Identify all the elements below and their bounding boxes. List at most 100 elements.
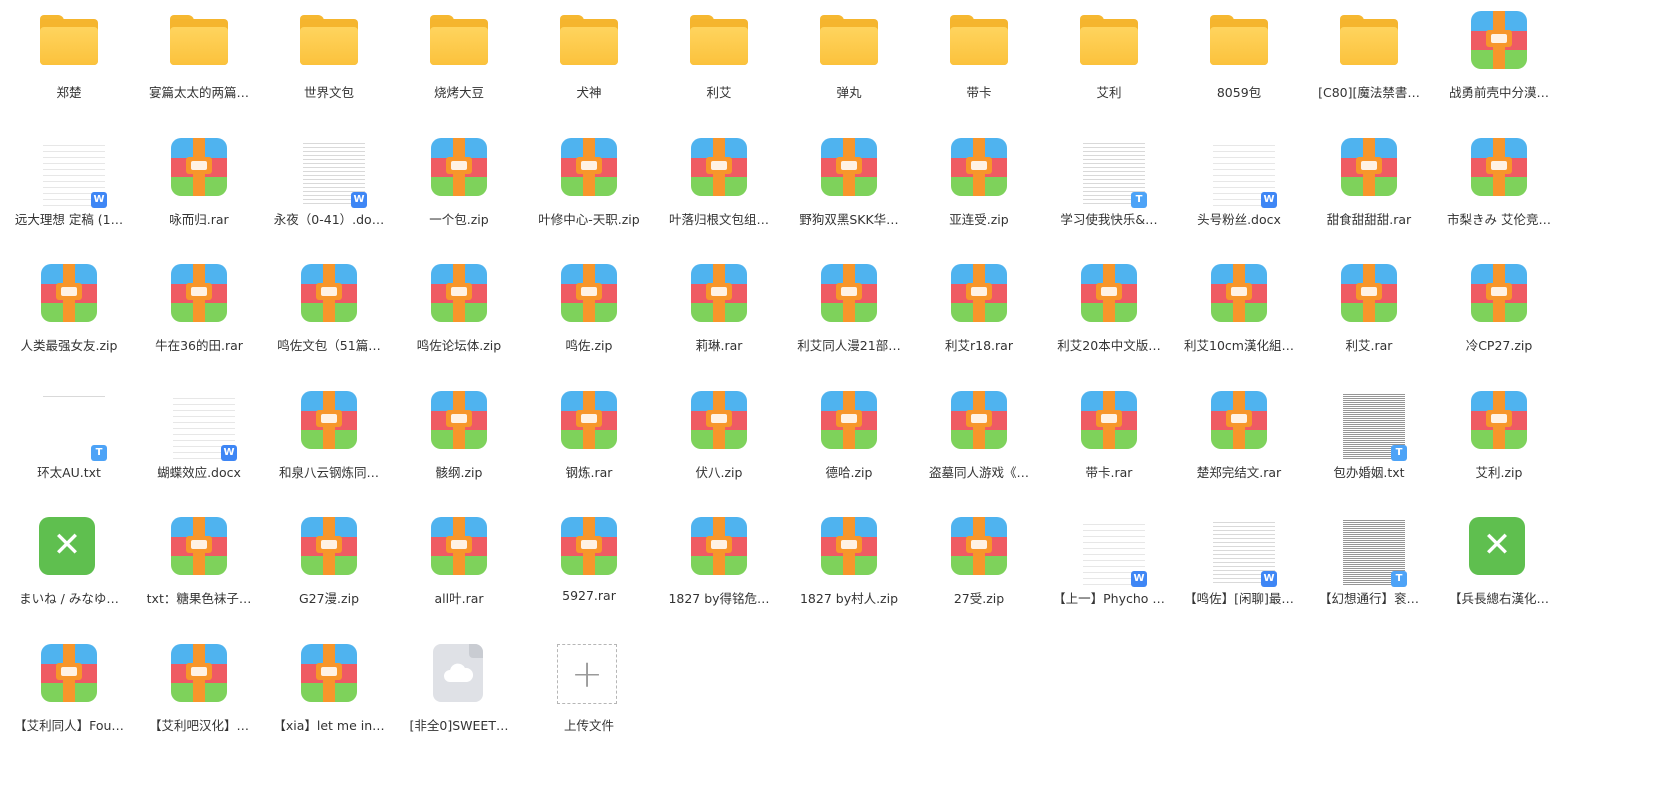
archive-icon [949,137,1009,198]
archive-icon [1469,390,1529,451]
file-name: 带卡 [966,85,992,100]
folder-icon [689,11,749,71]
archive-icon [1209,264,1269,324]
file-item[interactable]: 利艾10cm漢化組… [1174,253,1304,379]
file-item[interactable]: 世界文包 [264,0,394,126]
file-name: 叶落归根文包组… [668,211,769,227]
file-item[interactable]: 叶修中心-天职.zip [524,127,654,253]
file-item[interactable]: 【xia】let me in… [264,633,394,759]
archive-shape [951,390,1007,449]
file-item[interactable]: 郑楚 [4,0,134,126]
file-item[interactable]: 27受.zip [914,506,1044,632]
file-item[interactable]: 1827 by村人.zip [784,506,914,632]
archive-icon [169,517,229,577]
archive-shape [1211,264,1267,322]
file-item[interactable]: 冷CP27.zip [1434,253,1564,379]
file-item[interactable]: 莉琳.rar [654,253,784,379]
file-name: 伏八.zip [695,464,743,480]
file-item[interactable]: 烧烤大豆 [394,0,524,126]
file-item[interactable]: 野狗双黑SKK华… [784,127,914,253]
file-item[interactable]: 楚郑完结文.rar [1174,380,1304,506]
document-thumbnail-icon: T [1339,388,1409,463]
file-item[interactable]: W 远大理想 定稿 (1… [4,127,134,253]
file-item[interactable]: 甜食甜甜甜.rar [1304,127,1434,253]
archive-shape [691,137,747,196]
file-item[interactable]: 5927.rar [524,506,654,632]
file-item[interactable]: 宴篇太太的两篇… [134,0,264,126]
file-item[interactable]: txt：糖果色袜子… [134,506,264,632]
file-item[interactable]: 骸纲.zip [394,380,524,506]
folder-icon [169,11,229,71]
document-page: W [1079,515,1149,589]
file-item[interactable]: 人类最强女友.zip [4,253,134,379]
word-badge-icon: W [1131,571,1147,587]
file-item[interactable]: 利艾同人漫21部… [784,253,914,379]
archive-icon [1079,264,1139,324]
file-item[interactable]: 战勇前壳中分漠… [1434,0,1564,126]
file-item[interactable]: 带卡 [914,0,1044,126]
archive-icon [299,517,359,577]
archive-shape [561,137,617,196]
file-item[interactable]: G27漫.zip [264,506,394,632]
file-item[interactable]: [C80][魔法禁書… [1304,0,1434,126]
file-item[interactable]: 8059包 [1174,0,1304,126]
file-item[interactable]: 市梨きみ 艾伦竞… [1434,127,1564,253]
file-item[interactable]: 带卡.rar [1044,380,1174,506]
archive-shape [431,390,487,449]
archive-shape [1471,390,1527,449]
file-item[interactable]: 艾利.zip [1434,380,1564,506]
file-item[interactable]: W 【上一】Phycho … [1044,506,1174,632]
folder-icon [429,11,489,71]
file-item[interactable]: 鸣佐文包（51篇… [264,253,394,379]
archive-shape [301,643,357,702]
file-name: 远大理想 定稿 (1… [14,211,124,227]
file-item[interactable]: 钢炼.rar [524,380,654,506]
file-item[interactable]: 利艾 [654,0,784,126]
file-item[interactable]: 艾利 [1044,0,1174,126]
file-item[interactable]: T 包办婚姻.txt [1304,380,1434,506]
document-thumbnail-icon: W [169,388,239,463]
file-item[interactable]: 和泉八云钢炼同… [264,380,394,506]
file-item[interactable]: 德哈.zip [784,380,914,506]
upload-box[interactable]: + [557,643,617,704]
file-item[interactable]: ✕ 【兵長總右漢化… [1434,506,1564,632]
file-item[interactable]: T 环太AU.txt [4,380,134,506]
file-item[interactable]: 犬神 [524,0,654,126]
document-page: W [39,135,109,210]
archive-icon [689,390,749,451]
file-item[interactable]: W 蝴蝶效应.docx [134,380,264,506]
file-item[interactable]: all叶.rar [394,506,524,632]
file-item[interactable]: 叶落归根文包组… [654,127,784,253]
upload-file-button[interactable]: + 上传文件 [524,633,654,759]
file-item[interactable]: 利艾20本中文版… [1044,253,1174,379]
file-item[interactable]: 鸣佐论坛体.zip [394,253,524,379]
file-name: 学习使我快乐&… [1060,211,1158,227]
file-item[interactable]: 1827 by得铭危… [654,506,784,632]
file-name: 1827 by村人.zip [799,591,899,606]
file-item[interactable]: 【艾利同人】Fou… [4,633,134,759]
file-item[interactable]: W 永夜（0-41）.do… [264,127,394,253]
excel-icon: ✕ [39,517,99,577]
file-item[interactable]: 利艾.rar [1304,253,1434,379]
file-item[interactable]: 利艾r18.rar [914,253,1044,379]
file-item[interactable]: 伏八.zip [654,380,784,506]
file-item[interactable]: T 【幻想通行】衮… [1304,506,1434,632]
file-item[interactable]: 盗墓同人游戏《… [914,380,1044,506]
file-item[interactable]: T 学习使我快乐&… [1044,127,1174,253]
archive-shape [431,517,487,575]
file-item[interactable]: 【艾利吧汉化】… [134,633,264,759]
file-name: 犬神 [576,85,602,100]
file-item[interactable]: 咏而归.rar [134,127,264,253]
text-badge-icon: T [1391,444,1407,461]
text-badge-icon: T [91,444,107,461]
file-item[interactable]: 一个包.zip [394,127,524,253]
file-item[interactable]: 亚连受.zip [914,127,1044,253]
file-item[interactable]: W 【鸣佐】[闲聊]最… [1174,506,1304,632]
file-item[interactable]: 牛在36的田.rar [134,253,264,379]
file-item[interactable]: 鸣佐.zip [524,253,654,379]
file-item[interactable]: ✕ まいね / みなゆ… [4,506,134,632]
file-item[interactable]: 弹丸 [784,0,914,126]
file-item[interactable]: [非全0]SWEET… [394,633,524,759]
file-item[interactable]: W 头号粉丝.docx [1174,127,1304,253]
document-thumbnail-icon: T [1079,135,1149,210]
